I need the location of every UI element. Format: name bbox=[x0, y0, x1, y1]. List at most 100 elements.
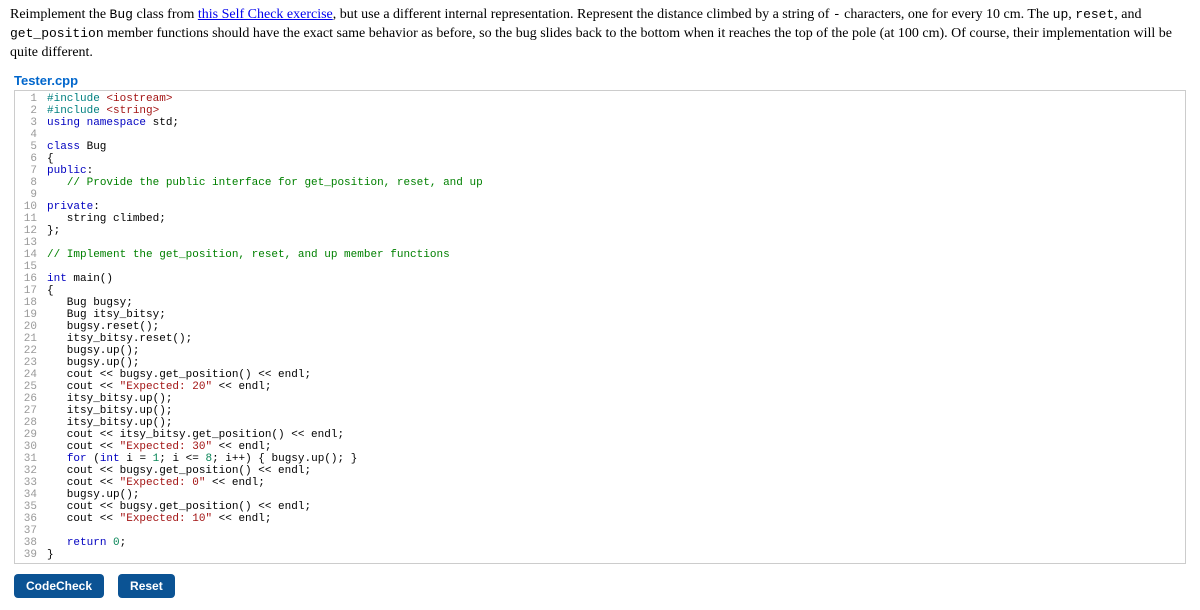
code-line[interactable]: 35 cout << bugsy.get_position() << endl; bbox=[15, 501, 1185, 513]
dash-char: - bbox=[833, 7, 841, 22]
code-line[interactable]: 32 cout << bugsy.get_position() << endl; bbox=[15, 465, 1185, 477]
code-text: #include <string> bbox=[47, 105, 1185, 117]
line-number: 27 bbox=[15, 405, 47, 417]
code-text: private: bbox=[47, 201, 1185, 213]
line-number: 15 bbox=[15, 261, 47, 273]
line-number: 3 bbox=[15, 117, 47, 129]
code-text: public: bbox=[47, 165, 1185, 177]
code-line[interactable]: 34 bugsy.up(); bbox=[15, 489, 1185, 501]
code-line[interactable]: 15 bbox=[15, 261, 1185, 273]
source-filename: Tester.cpp bbox=[14, 73, 1190, 88]
instr-text: Reimplement the bbox=[10, 7, 110, 22]
code-text: bugsy.up(); bbox=[47, 345, 1185, 357]
instr-text: characters, one for every 10 cm. The bbox=[841, 7, 1053, 22]
code-line[interactable]: 9 bbox=[15, 189, 1185, 201]
self-check-link[interactable]: this Self Check exercise bbox=[198, 7, 333, 22]
code-text: bugsy.up(); bbox=[47, 489, 1185, 501]
code-text: } bbox=[47, 549, 1185, 561]
line-number: 28 bbox=[15, 417, 47, 429]
bug-class-name: Bug bbox=[110, 7, 133, 22]
code-line[interactable]: 28 itsy_bitsy.up(); bbox=[15, 417, 1185, 429]
line-number: 29 bbox=[15, 429, 47, 441]
line-number: 22 bbox=[15, 345, 47, 357]
line-number: 7 bbox=[15, 165, 47, 177]
code-line[interactable]: 25 cout << "Expected: 20" << endl; bbox=[15, 381, 1185, 393]
line-number: 35 bbox=[15, 501, 47, 513]
code-line[interactable]: 11 string climbed; bbox=[15, 213, 1185, 225]
code-line[interactable]: 7public: bbox=[15, 165, 1185, 177]
code-line[interactable]: 26 itsy_bitsy.up(); bbox=[15, 393, 1185, 405]
code-line[interactable]: 30 cout << "Expected: 30" << endl; bbox=[15, 441, 1185, 453]
code-text: using namespace std; bbox=[47, 117, 1185, 129]
code-line[interactable]: 2#include <string> bbox=[15, 105, 1185, 117]
button-row: CodeCheck Reset bbox=[14, 574, 1186, 598]
line-number: 39 bbox=[15, 549, 47, 561]
line-number: 12 bbox=[15, 225, 47, 237]
line-number: 37 bbox=[15, 525, 47, 537]
code-text: int main() bbox=[47, 273, 1185, 285]
code-text: cout << "Expected: 20" << endl; bbox=[47, 381, 1185, 393]
code-text: itsy_bitsy.reset(); bbox=[47, 333, 1185, 345]
line-number: 16 bbox=[15, 273, 47, 285]
line-number: 10 bbox=[15, 201, 47, 213]
code-line[interactable]: 33 cout << "Expected: 0" << endl; bbox=[15, 477, 1185, 489]
code-line[interactable]: 5class Bug bbox=[15, 141, 1185, 153]
line-number: 36 bbox=[15, 513, 47, 525]
code-line[interactable]: 13 bbox=[15, 237, 1185, 249]
code-text: cout << bugsy.get_position() << endl; bbox=[47, 369, 1185, 381]
code-text: #include <iostream> bbox=[47, 93, 1185, 105]
line-number: 34 bbox=[15, 489, 47, 501]
code-text: cout << bugsy.get_position() << endl; bbox=[47, 501, 1185, 513]
line-number: 6 bbox=[15, 153, 47, 165]
code-line[interactable]: 16int main() bbox=[15, 273, 1185, 285]
code-text: itsy_bitsy.up(); bbox=[47, 417, 1185, 429]
code-line[interactable]: 4 bbox=[15, 129, 1185, 141]
code-line[interactable]: 18 Bug bugsy; bbox=[15, 297, 1185, 309]
line-number: 23 bbox=[15, 357, 47, 369]
line-number: 8 bbox=[15, 177, 47, 189]
code-editor[interactable]: 1#include <iostream>2#include <string>3u… bbox=[14, 90, 1186, 564]
code-line[interactable]: 12}; bbox=[15, 225, 1185, 237]
code-line[interactable]: 27 itsy_bitsy.up(); bbox=[15, 405, 1185, 417]
code-text: class Bug bbox=[47, 141, 1185, 153]
line-number: 21 bbox=[15, 333, 47, 345]
line-number: 4 bbox=[15, 129, 47, 141]
line-number: 9 bbox=[15, 189, 47, 201]
instructions-paragraph: Reimplement the Bug class from this Self… bbox=[10, 6, 1190, 63]
code-line[interactable]: 29 cout << itsy_bitsy.get_position() << … bbox=[15, 429, 1185, 441]
code-line[interactable]: 14// Implement the get_position, reset, … bbox=[15, 249, 1185, 261]
code-text: }; bbox=[47, 225, 1185, 237]
instr-text: class from bbox=[133, 7, 198, 22]
code-text: { bbox=[47, 285, 1185, 297]
code-line[interactable]: 17{ bbox=[15, 285, 1185, 297]
instr-text: , but use a different internal represent… bbox=[333, 7, 833, 22]
fn-getpos: get_position bbox=[10, 26, 104, 41]
code-line[interactable]: 37 bbox=[15, 525, 1185, 537]
code-text: cout << itsy_bitsy.get_position() << end… bbox=[47, 429, 1185, 441]
code-line[interactable]: 1#include <iostream> bbox=[15, 93, 1185, 105]
code-line[interactable]: 23 bugsy.up(); bbox=[15, 357, 1185, 369]
code-line[interactable]: 24 cout << bugsy.get_position() << endl; bbox=[15, 369, 1185, 381]
code-line[interactable]: 10private: bbox=[15, 201, 1185, 213]
code-text: bugsy.up(); bbox=[47, 357, 1185, 369]
code-text: cout << "Expected: 0" << endl; bbox=[47, 477, 1185, 489]
code-line[interactable]: 20 bugsy.reset(); bbox=[15, 321, 1185, 333]
code-line[interactable]: 21 itsy_bitsy.reset(); bbox=[15, 333, 1185, 345]
code-line[interactable]: 6{ bbox=[15, 153, 1185, 165]
line-number: 14 bbox=[15, 249, 47, 261]
line-number: 20 bbox=[15, 321, 47, 333]
code-line[interactable]: 22 bugsy.up(); bbox=[15, 345, 1185, 357]
code-line[interactable]: 8 // Provide the public interface for ge… bbox=[15, 177, 1185, 189]
line-number: 1 bbox=[15, 93, 47, 105]
code-text: string climbed; bbox=[47, 213, 1185, 225]
code-line[interactable]: 3using namespace std; bbox=[15, 117, 1185, 129]
code-line[interactable]: 39} bbox=[15, 549, 1185, 561]
code-line[interactable]: 19 Bug itsy_bitsy; bbox=[15, 309, 1185, 321]
codecheck-button[interactable]: CodeCheck bbox=[14, 574, 104, 598]
code-line[interactable]: 36 cout << "Expected: 10" << endl; bbox=[15, 513, 1185, 525]
line-number: 2 bbox=[15, 105, 47, 117]
fn-reset: reset bbox=[1075, 7, 1114, 22]
reset-button[interactable]: Reset bbox=[118, 574, 175, 598]
line-number: 25 bbox=[15, 381, 47, 393]
code-line[interactable]: 31 for (int i = 1; i <= 8; i++) { bugsy.… bbox=[15, 453, 1185, 465]
